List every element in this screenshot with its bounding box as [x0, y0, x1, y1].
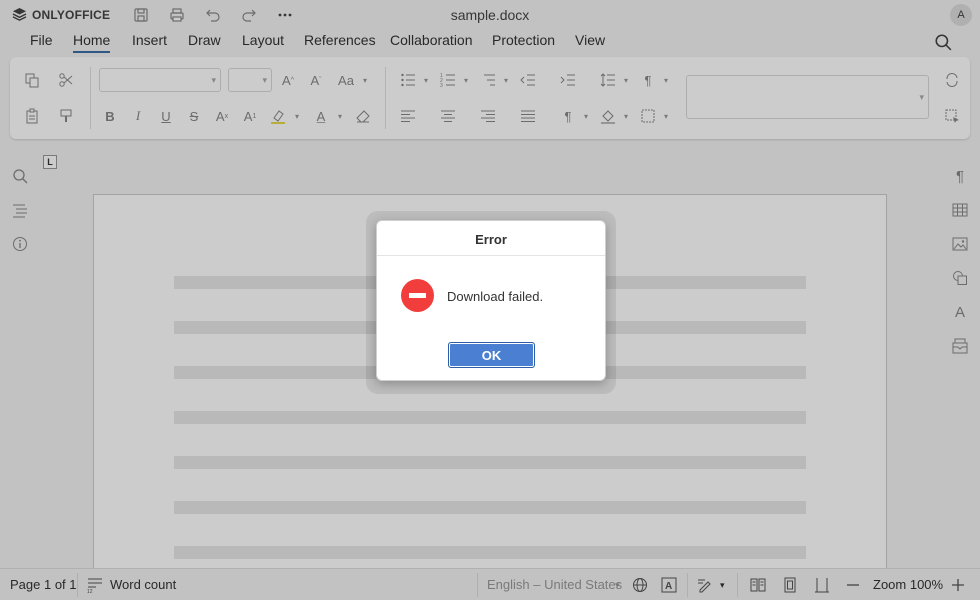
app-window: ONLYOFFICE sample.docx A File Home Inser… [0, 0, 980, 600]
error-dialog: Error Download failed. OK [376, 220, 606, 381]
dialog-title: Error [377, 221, 605, 256]
dialog-message: Download failed. [447, 289, 544, 304]
ok-button[interactable]: OK [448, 342, 535, 368]
error-icon [401, 279, 434, 312]
